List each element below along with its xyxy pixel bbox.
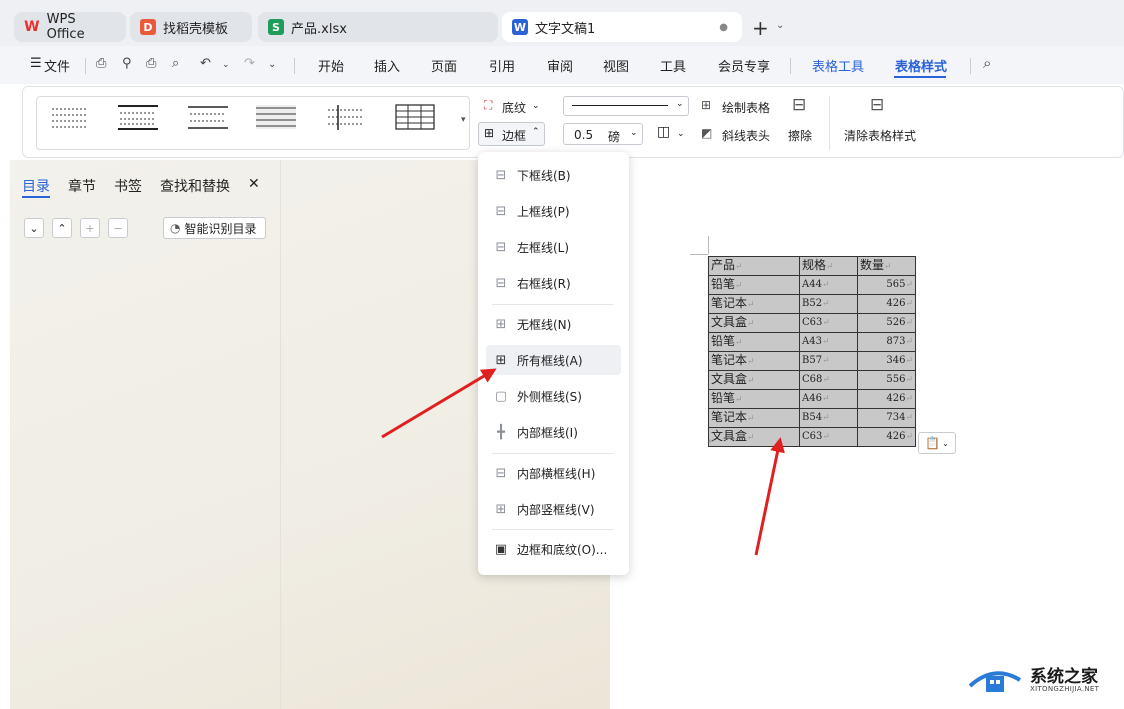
arrow-to-all-borders — [381, 368, 497, 439]
watermark-title: 系统之家 — [1030, 667, 1098, 687]
arrow-to-table — [754, 437, 785, 556]
watermark-logo-icon — [964, 662, 1024, 696]
annotation-arrows — [381, 368, 785, 556]
watermark-url: XITONGZHIJIA.NET — [1030, 685, 1100, 693]
